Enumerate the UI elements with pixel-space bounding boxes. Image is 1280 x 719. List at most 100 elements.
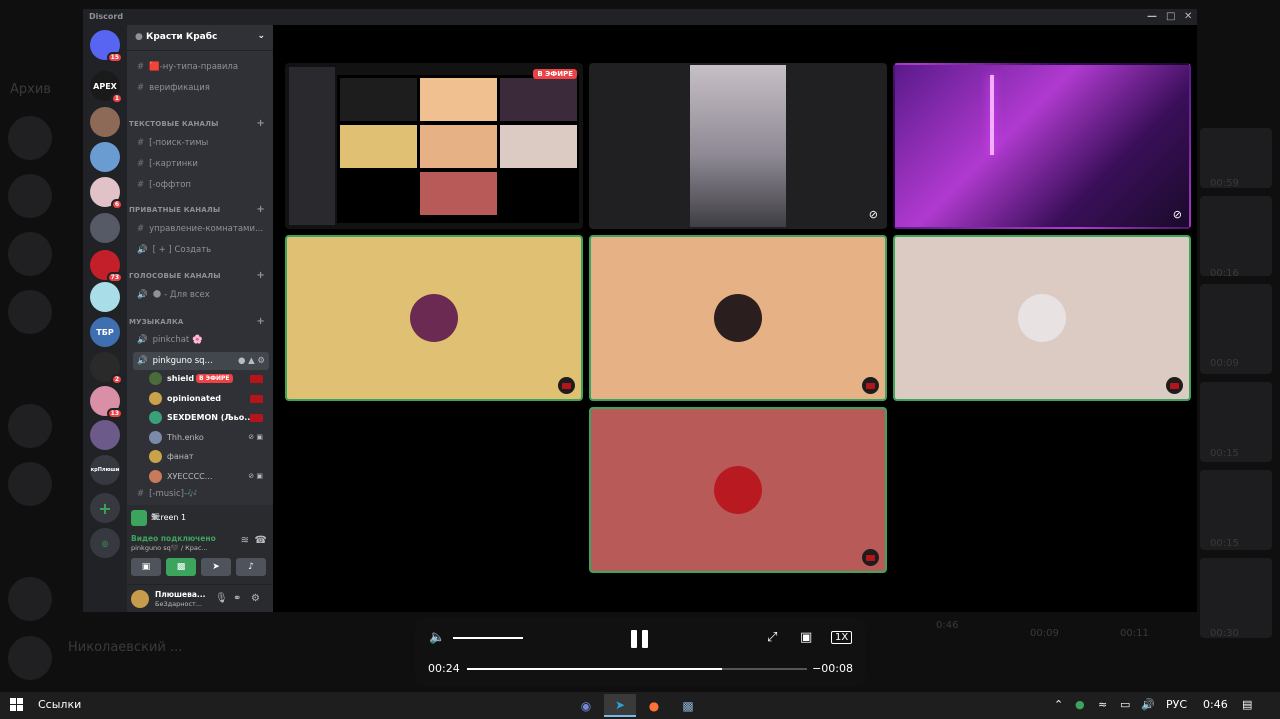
- add-channel-icon[interactable]: +: [256, 316, 265, 327]
- avatar[interactable]: [131, 590, 149, 608]
- close-icon[interactable]: ✕: [1184, 11, 1192, 22]
- status-dot-icon[interactable]: ●: [1075, 698, 1085, 711]
- server-icon[interactable]: 15: [90, 30, 123, 63]
- channel-music[interactable]: # [-music]-🎶: [133, 489, 269, 501]
- add-channel-icon[interactable]: +: [256, 270, 265, 281]
- explore-servers-icon[interactable]: ◎: [90, 528, 120, 558]
- picture-in-picture-icon[interactable]: ▣: [800, 630, 812, 645]
- video-tile[interactable]: ⊘: [589, 63, 887, 229]
- screen-share-row[interactable]: Screen 1 ▣: [131, 509, 269, 529]
- microphone-icon[interactable]: 🎙: [215, 593, 228, 604]
- participant-tile[interactable]: [893, 235, 1191, 401]
- server-icon[interactable]: 13: [90, 386, 123, 419]
- title-bar: Discord — □ ✕: [83, 9, 1197, 25]
- server-icon[interactable]: 73: [90, 250, 123, 283]
- seek-bar[interactable]: [467, 668, 807, 670]
- channel-pinkguno[interactable]: 🔊 pinkguno sq... ● ▲ ⚙: [133, 352, 269, 370]
- headphones-icon[interactable]: ⚭: [233, 593, 241, 604]
- add-channel-icon[interactable]: +: [256, 118, 265, 129]
- volume-icon[interactable]: 🔈: [429, 630, 445, 645]
- voice-user[interactable]: shield В ЭФИРЕ: [149, 371, 269, 388]
- server-icon[interactable]: 6: [90, 177, 123, 210]
- voice-user[interactable]: SEXDEMON (Љьо...: [149, 410, 269, 427]
- pause-button[interactable]: [631, 630, 649, 648]
- volume-slider[interactable]: [453, 637, 523, 639]
- add-channel-icon[interactable]: +: [256, 204, 265, 215]
- category-private[interactable]: ПРИВАТНЫЕ КАНАЛЫ +: [129, 204, 269, 215]
- channel-settings-icon[interactable]: ● ▲ ⚙: [238, 356, 265, 366]
- stop-stream-icon[interactable]: ▣: [151, 512, 267, 522]
- clock[interactable]: 0:46: [1203, 698, 1228, 711]
- speaker-icon: 🔊: [137, 356, 148, 366]
- screen-share-button[interactable]: ▩: [166, 558, 196, 576]
- app-icon[interactable]: ▩: [672, 694, 704, 717]
- soundboard-button[interactable]: ♪: [236, 558, 266, 576]
- channel-offtopic[interactable]: # [-оффтоп: [133, 176, 269, 194]
- disconnect-icon[interactable]: ☎: [255, 535, 267, 546]
- wifi-icon[interactable]: ≈: [1098, 698, 1107, 711]
- channel-pinkchat[interactable]: 🔊 pinkchat 🌸: [133, 331, 269, 349]
- channel-label: pinkguno sq...: [152, 356, 213, 366]
- add-server-icon[interactable]: +: [90, 493, 120, 523]
- avatar: [410, 294, 458, 342]
- participant-tile[interactable]: [589, 235, 887, 401]
- minimize-icon[interactable]: —: [1147, 11, 1157, 22]
- category-music[interactable]: МУЗЫКАЛКА +: [129, 316, 269, 327]
- username[interactable]: Плюшева...: [155, 590, 205, 599]
- firefox-icon[interactable]: ●: [638, 694, 670, 717]
- voice-user[interactable]: фанат: [149, 449, 269, 466]
- window-title: Discord: [89, 12, 124, 21]
- camera-off-button[interactable]: ▣: [131, 558, 161, 576]
- server-icon[interactable]: [90, 420, 120, 450]
- language-indicator[interactable]: РУС: [1166, 698, 1187, 711]
- category-voice[interactable]: ГОЛОСОВЫЕ КАНАЛЫ +: [129, 270, 269, 281]
- noise-suppression-icon[interactable]: ≋: [241, 535, 249, 546]
- channel-for-all[interactable]: 🔊 🌑 - Для всех: [133, 286, 269, 304]
- fullscreen-icon[interactable]: ⤢: [767, 630, 777, 645]
- voice-user-name: shield: [167, 374, 195, 383]
- server-icon[interactable]: 2: [90, 352, 123, 385]
- server-icon[interactable]: ТБР: [90, 317, 120, 347]
- screen-share-tile[interactable]: В ЭФИРЕ: [285, 63, 583, 229]
- activity-button[interactable]: ➤: [201, 558, 231, 576]
- telegram-icon[interactable]: ➤: [604, 694, 636, 717]
- video-connected-status[interactable]: Видео подключено: [131, 534, 216, 543]
- discord-icon[interactable]: ◉: [570, 694, 602, 717]
- maximize-icon[interactable]: □: [1166, 11, 1175, 22]
- channel-label: [-картинки: [149, 159, 198, 169]
- channel-room-management[interactable]: # управление-комнатами...: [133, 220, 269, 238]
- server-icon[interactable]: [90, 107, 120, 137]
- participant-tile[interactable]: [589, 407, 887, 573]
- category-label: ТЕКСТОВЫЕ КАНАЛЫ: [129, 120, 219, 128]
- voice-user-name: SEXDEMON (Љьо...: [167, 413, 254, 423]
- channel-rules[interactable]: # 🟥-ну-типа-правила: [133, 58, 269, 76]
- server-icon[interactable]: [90, 282, 120, 312]
- server-icon[interactable]: крПлюши: [90, 455, 120, 485]
- voice-channel-path[interactable]: pinkguno sq🖤 / Крас...: [131, 544, 208, 552]
- voice-user[interactable]: opinionated: [149, 391, 269, 408]
- video-tile[interactable]: ⊘: [893, 63, 1191, 229]
- links-toolbar[interactable]: Ссылки: [38, 698, 81, 711]
- voice-user[interactable]: Thh.enko ⊘ ▣: [149, 430, 269, 447]
- mention-badge: 6: [110, 199, 123, 210]
- server-icon[interactable]: [90, 142, 120, 172]
- windows-start-icon[interactable]: [10, 698, 24, 712]
- playback-speed-button[interactable]: 1X: [831, 631, 853, 644]
- gear-icon[interactable]: ⚙: [251, 593, 260, 604]
- server-header[interactable]: ● Красти Крабс ⌄: [127, 25, 273, 51]
- notification-icon[interactable]: ▤: [1242, 698, 1252, 711]
- battery-icon[interactable]: ▭: [1120, 698, 1130, 711]
- channel-create[interactable]: 🔊 [ + ] Создать: [133, 241, 269, 259]
- channel-pictures[interactable]: # [-картинки: [133, 155, 269, 173]
- chevron-up-icon[interactable]: ⌃: [1054, 698, 1063, 711]
- avatar: [149, 411, 162, 425]
- server-icon[interactable]: APEX 1: [90, 71, 123, 104]
- channel-verification[interactable]: # верификация: [133, 79, 269, 97]
- participant-tile[interactable]: [285, 235, 583, 401]
- speaker-icon[interactable]: 🔊: [1141, 698, 1155, 711]
- channel-team-search[interactable]: # [-поиск-тимы: [133, 134, 269, 152]
- avatar: [149, 372, 162, 385]
- voice-user[interactable]: ХУЕСССС... ⊘ ▣: [149, 469, 269, 486]
- server-icon[interactable]: [90, 213, 120, 243]
- category-text[interactable]: ТЕКСТОВЫЕ КАНАЛЫ +: [129, 118, 269, 129]
